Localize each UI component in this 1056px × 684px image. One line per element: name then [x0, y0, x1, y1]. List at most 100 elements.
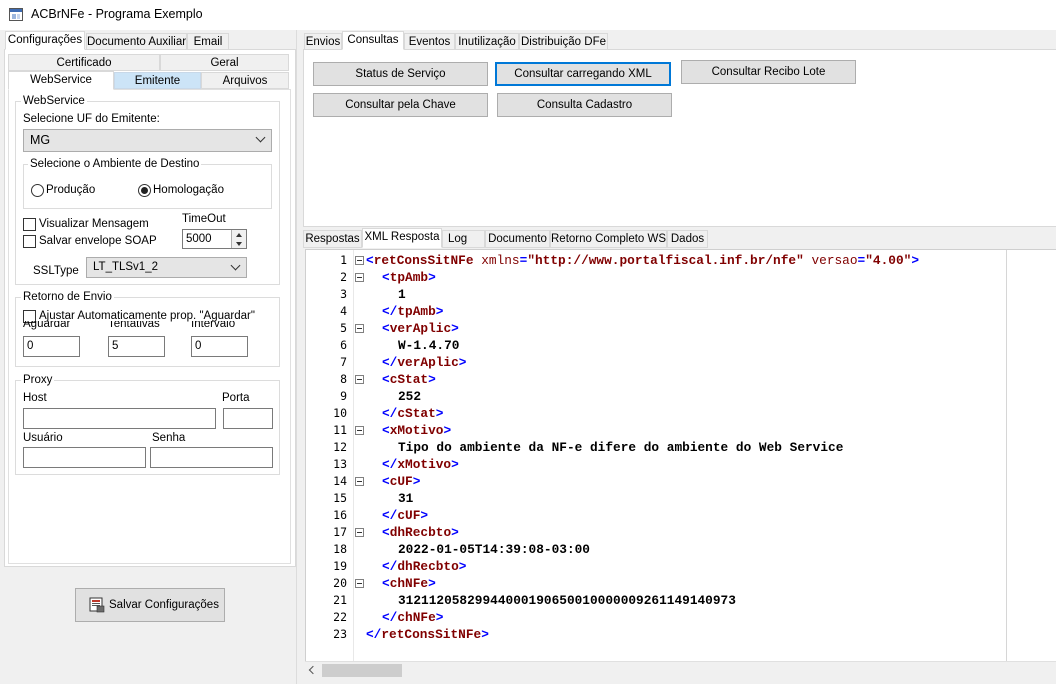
- consultar-recibo-lote-button[interactable]: Consultar Recibo Lote: [681, 60, 856, 84]
- intervalo-input[interactable]: 0: [191, 336, 248, 357]
- consultar-carregando-xml-button[interactable]: Consultar carregando XML: [495, 62, 671, 86]
- line-number: 7: [340, 355, 347, 369]
- xml-tag-name: verAplic: [389, 321, 452, 336]
- code-line: 3121120582994400019065001000000926114914…: [398, 592, 736, 609]
- tab-eventos[interactable]: Eventos: [404, 33, 455, 50]
- code-line: <verAplic>: [382, 320, 459, 337]
- xml-text-value: 252: [398, 389, 422, 404]
- fold-margin: [353, 250, 363, 661]
- retorno-group-title: Retorno de Envio: [21, 291, 114, 303]
- tab-emitente[interactable]: Emitente: [114, 72, 201, 89]
- code-line: <dhRecbto>: [382, 524, 459, 541]
- senha-input[interactable]: [150, 447, 273, 468]
- tab-documento-auxiliar[interactable]: Documento Auxiliar: [86, 33, 187, 50]
- xml-text-value: 31: [398, 491, 414, 506]
- tab-dados[interactable]: Dados: [667, 230, 708, 248]
- code-line: <cStat>: [382, 371, 436, 388]
- xml-token: </: [382, 355, 398, 370]
- tab-certificado[interactable]: Certificado: [8, 54, 160, 71]
- uf-select[interactable]: MG: [23, 129, 272, 152]
- tab-configuracoes[interactable]: Configurações: [5, 31, 85, 50]
- fold-toggle-icon[interactable]: [355, 375, 364, 384]
- usuario-input[interactable]: [23, 447, 146, 468]
- tab-documento[interactable]: Documento: [485, 230, 550, 248]
- fold-toggle-icon[interactable]: [355, 426, 364, 435]
- code-line: <xMotivo>: [382, 422, 451, 439]
- xml-tag-name: dhRecbto: [397, 559, 459, 574]
- xml-token: <: [382, 372, 390, 387]
- xml-attr-name: versao: [811, 253, 858, 268]
- tab-consultas[interactable]: Consultas: [342, 31, 404, 50]
- fold-toggle-icon[interactable]: [355, 579, 364, 588]
- homologacao-radio[interactable]: [138, 184, 151, 197]
- fold-toggle-icon[interactable]: [355, 273, 364, 282]
- xml-token: >: [458, 355, 467, 370]
- xml-token: <: [382, 576, 390, 591]
- tab-webservice[interactable]: WebService: [8, 71, 114, 90]
- fold-toggle-icon[interactable]: [355, 324, 364, 333]
- tab-geral[interactable]: Geral: [160, 54, 289, 71]
- ambiente-group-title: Selecione o Ambiente de Destino: [28, 158, 202, 170]
- ssltype-select[interactable]: LT_TLSv1_2: [86, 257, 247, 278]
- fold-toggle-icon[interactable]: [355, 528, 364, 537]
- consultar-pela-chave-button[interactable]: Consultar pela Chave: [313, 93, 488, 117]
- fold-toggle-icon[interactable]: [355, 256, 364, 265]
- tentativas-input[interactable]: 5: [108, 336, 165, 357]
- xml-tag-name: retConsSitNFe: [373, 253, 474, 268]
- tab-arquivos[interactable]: Arquivos: [201, 72, 289, 89]
- fold-toggle-icon[interactable]: [355, 477, 364, 486]
- ssltype-value: LT_TLSv1_2: [93, 261, 158, 273]
- line-number: 19: [333, 559, 347, 573]
- xml-tag-name: retConsSitNFe: [381, 627, 482, 642]
- producao-radio[interactable]: [31, 184, 44, 197]
- title-bar: ACBrNFe - Programa Exemplo: [0, 0, 1056, 30]
- xml-token: </: [382, 304, 398, 319]
- tab-email[interactable]: Email: [187, 33, 229, 50]
- code-line: </xMotivo>: [382, 456, 459, 473]
- xml-token: >: [420, 508, 429, 523]
- consulta-cadastro-button[interactable]: Consulta Cadastro: [497, 93, 672, 117]
- line-number-gutter: 1 2 3 4 5 6 7 8 9 10 11 12 13 14 15 16 17 18 19 20 21 22 23: [306, 250, 352, 661]
- line-number: 4: [340, 304, 347, 318]
- code-line: 31: [398, 490, 413, 507]
- salvar-envelope-label: Salvar envelope SOAP: [39, 235, 157, 247]
- tab-log[interactable]: Log: [442, 230, 485, 248]
- xml-token: </: [366, 627, 382, 642]
- aguardar-input[interactable]: 0: [23, 336, 80, 357]
- line-number: 12: [333, 440, 347, 454]
- xml-tag-name: verAplic: [397, 355, 459, 370]
- producao-label: Produção: [46, 184, 96, 196]
- horizontal-scrollbar[interactable]: [305, 661, 1056, 678]
- splitter[interactable]: [296, 30, 301, 684]
- host-input[interactable]: [23, 408, 216, 429]
- line-number: 3: [340, 287, 347, 301]
- tab-xml-resposta[interactable]: XML Resposta: [362, 228, 442, 248]
- code-line: 252: [398, 388, 421, 405]
- xml-text-value: 2022-01-05T14:39:08-03:00: [398, 542, 590, 557]
- tab-envios[interactable]: Envios: [304, 33, 342, 50]
- timeout-spinner[interactable]: [231, 230, 246, 248]
- tab-retorno-completo-ws[interactable]: Retorno Completo WS: [550, 230, 667, 248]
- xml-editor[interactable]: 1 2 3 4 5 6 7 8 9 10 11 12 13 14 15 16 17 18 19 20 21 22 23 <r…: [305, 249, 1056, 661]
- tentativas-label: Tentativas: [108, 321, 160, 330]
- xml-token: </: [382, 406, 398, 421]
- status-servico-button[interactable]: Status de Serviço: [313, 62, 488, 86]
- code-line: W-1.4.70: [398, 337, 459, 354]
- app-icon: [9, 8, 23, 21]
- xml-token: >: [428, 372, 436, 387]
- salvar-configuracoes-button[interactable]: Salvar Configurações: [75, 588, 225, 622]
- tab-respostas[interactable]: Respostas: [303, 230, 362, 248]
- salvar-envelope-checkbox[interactable]: [23, 235, 36, 248]
- tab-distribuicao-dfe[interactable]: Distribuição DFe: [519, 33, 608, 50]
- visualizar-mensagem-checkbox[interactable]: [23, 218, 36, 231]
- code-line: <retConsSitNFe xmlns="http://www.portalf…: [366, 252, 919, 269]
- scrollbar-thumb[interactable]: [322, 664, 402, 677]
- timeout-input[interactable]: 5000: [182, 229, 247, 249]
- scroll-left-icon[interactable]: [308, 665, 318, 675]
- salvar-configuracoes-label: Salvar Configurações: [109, 599, 219, 611]
- xml-tag-name: tpAmb: [397, 304, 436, 319]
- tab-inutilizacao[interactable]: Inutilização: [455, 33, 519, 50]
- xml-text-value: Tipo do ambiente da NF-e difere do ambie…: [398, 440, 844, 455]
- homologacao-label: Homologação: [153, 184, 224, 196]
- porta-input[interactable]: [223, 408, 273, 429]
